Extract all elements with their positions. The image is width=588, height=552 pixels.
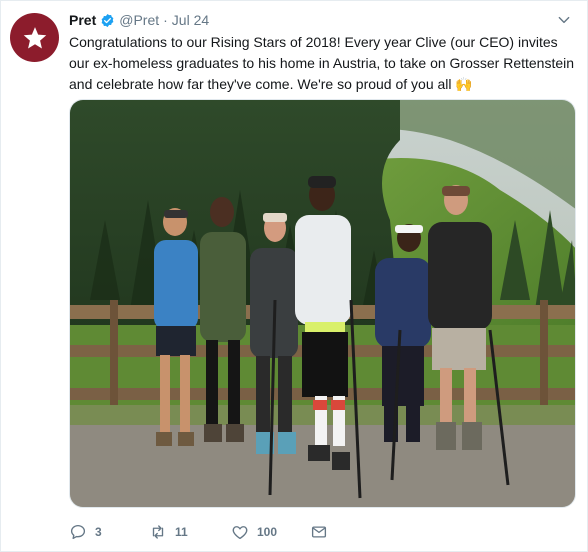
tweet-text: Congratulations to our Rising Stars of 2… [69,34,575,92]
star-logo-icon [23,26,46,49]
reply-count: 3 [95,525,102,539]
reply-button[interactable]: 3 [69,520,102,544]
header-separator: · [163,12,168,28]
reply-icon [70,524,86,540]
tweet-card[interactable]: Pret @Pret · Jul 24 Congratulations to o… [0,0,588,552]
group-hiking-photo [70,100,575,507]
tweet-date[interactable]: Jul 24 [172,12,209,28]
like-button[interactable]: 100 [231,520,277,544]
like-icon [232,526,248,540]
tweet-header: Pret @Pret · Jul 24 [69,10,209,30]
retweet-count: 11 [175,525,188,539]
verified-badge-icon [101,13,114,27]
author-name[interactable]: Pret [69,12,96,28]
chevron-down-icon[interactable] [557,13,571,27]
retweet-button[interactable]: 11 [149,520,188,544]
tweet-photo[interactable] [69,99,576,508]
avatar[interactable] [10,13,59,62]
like-count: 100 [257,525,278,539]
author-handle[interactable]: @Pret [119,12,159,28]
direct-message-icon [311,526,327,538]
retweet-icon [152,525,164,539]
direct-message-button[interactable] [310,520,336,544]
tweet-actions: 3 11 100 [69,520,469,544]
